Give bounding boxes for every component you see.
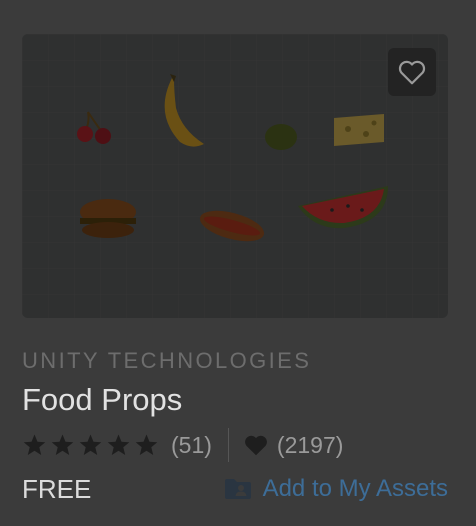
asset-title[interactable]: Food Props: [22, 382, 448, 418]
asset-card[interactable]: UNITY TECHNOLOGIES Food Props (51) (2197…: [22, 34, 448, 506]
price-label: FREE: [22, 473, 92, 504]
star-icon: [79, 434, 102, 455]
star-rating: [22, 433, 159, 457]
heart-icon: [243, 433, 269, 457]
folder-user-icon: [224, 478, 252, 500]
star-icon: [107, 434, 130, 455]
kiwi-image: [265, 124, 297, 150]
heart-outline-icon: [398, 60, 426, 85]
add-to-my-assets-label: Add to My Assets: [262, 475, 448, 502]
rating-count[interactable]: (51): [171, 432, 212, 459]
favorites-count: (2197): [276, 431, 344, 458]
burger-image: [80, 199, 136, 238]
publisher-name[interactable]: UNITY TECHNOLOGIES: [22, 348, 448, 374]
price-row: FREE Add to My Assets: [22, 472, 448, 506]
cheese-image: [334, 114, 384, 146]
add-to-my-assets-button[interactable]: Add to My Assets: [224, 475, 448, 503]
rating-row: (51) (2197): [22, 428, 448, 462]
asset-thumbnail[interactable]: [22, 34, 448, 318]
star-icon: [135, 434, 158, 455]
star-icon: [23, 434, 46, 455]
favorite-button[interactable]: [388, 48, 436, 96]
divider: [227, 428, 229, 462]
star-icon: [51, 434, 74, 455]
food-props-preview-image: [22, 34, 448, 318]
